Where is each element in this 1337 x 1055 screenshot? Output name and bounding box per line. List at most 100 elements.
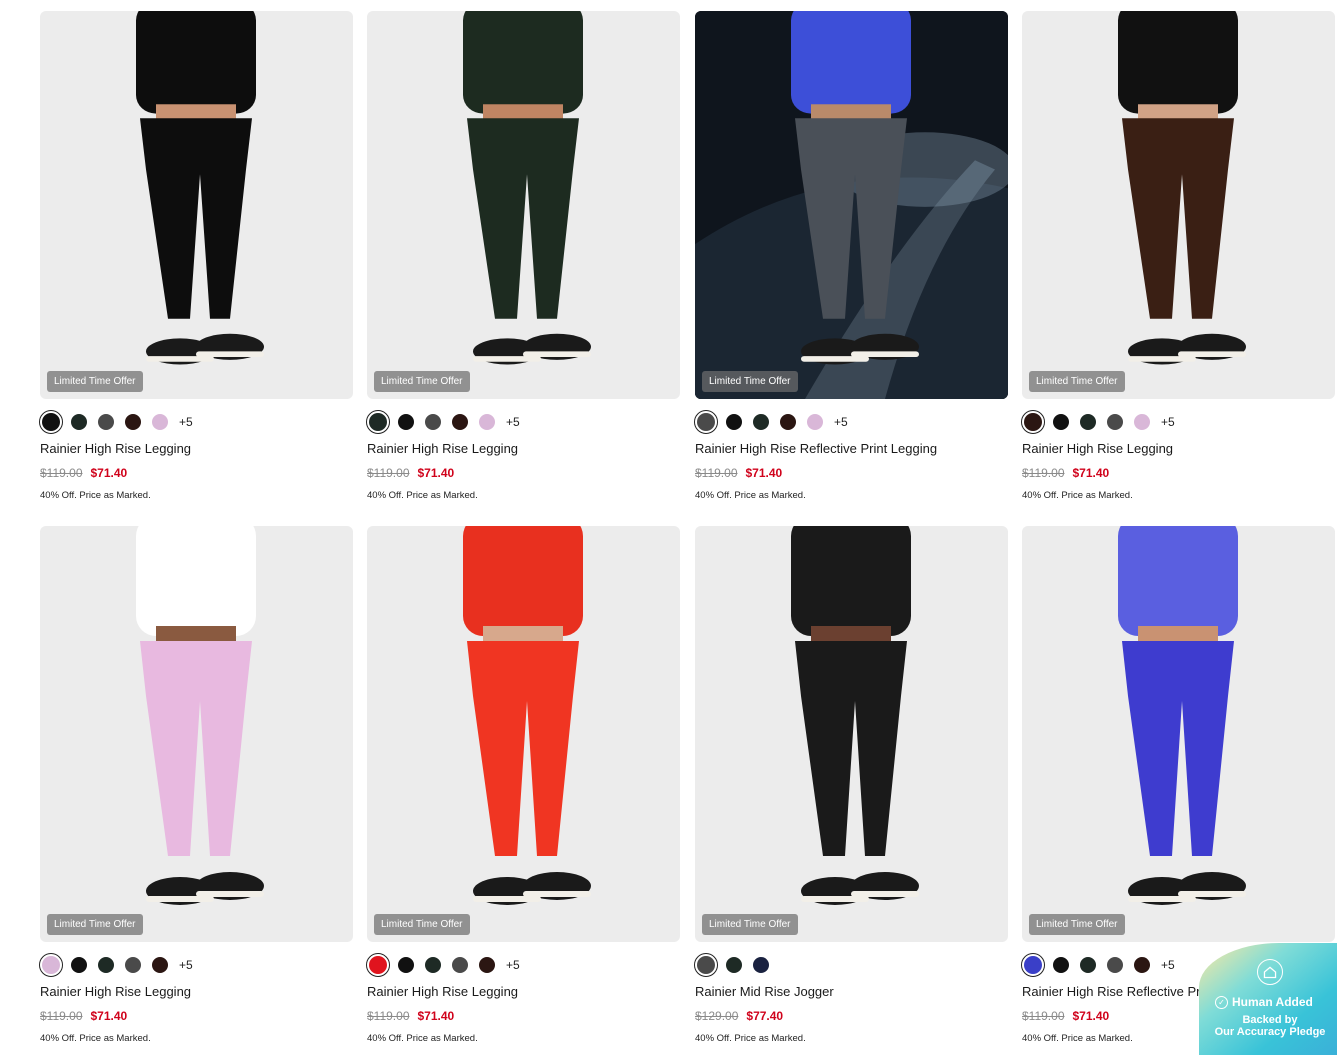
color-swatch[interactable] [98,957,114,973]
price-group: $119.00 $71.40 [695,466,1008,480]
product-name[interactable]: Rainier High Rise Legging [40,984,353,999]
more-colors-link[interactable]: +5 [506,415,520,429]
color-swatch[interactable] [98,414,114,430]
price-group: $119.00 $71.40 [40,1009,353,1023]
product-name[interactable]: Rainier High Rise Reflective Print Leggi… [695,441,1008,456]
original-price: $119.00 [40,1009,83,1023]
color-swatch[interactable] [780,414,796,430]
color-swatch[interactable] [753,414,769,430]
color-swatch[interactable] [1107,957,1123,973]
color-swatch[interactable] [1080,414,1096,430]
color-swatch[interactable] [152,414,168,430]
product-card[interactable]: Limited Time Offer +5 Rainier High Rise Re… [694,0,1008,501]
price-group: $119.00 $71.40 [367,466,680,480]
product-name[interactable]: Rainier High Rise Legging [1022,441,1335,456]
original-price: $119.00 [367,1009,410,1023]
product-card[interactable]: Limited Time Offer +5 Rainier High Rise Le… [1021,0,1335,501]
product-image[interactable]: Limited Time Offer [1022,11,1335,399]
color-swatches: +5 [39,953,353,977]
model-illustration [136,526,264,905]
color-swatch[interactable] [366,410,390,434]
product-image[interactable]: Limited Time Offer [367,526,680,942]
model-illustration [463,11,591,365]
color-swatch[interactable] [1021,953,1045,977]
product-name[interactable]: Rainier High Rise Legging [367,984,680,999]
color-swatch[interactable] [1134,414,1150,430]
color-swatch[interactable] [452,414,468,430]
product-name[interactable]: Rainier Mid Rise Jogger [695,984,1008,999]
model-illustration [136,11,264,365]
product-card[interactable]: Limited Time Offer +5 Rainier High Rise Le… [366,526,680,1044]
color-swatch[interactable] [1134,957,1150,973]
sale-price: $71.40 [417,466,455,480]
limited-time-offer-badge: Limited Time Offer [47,914,143,935]
color-swatch[interactable] [425,957,441,973]
more-colors-link[interactable]: +5 [1161,958,1175,972]
color-swatch[interactable] [479,414,495,430]
product-card[interactable]: Limited Time Offer Rainier Mid Rise Jogge… [694,526,1008,1044]
home-icon [1257,959,1283,985]
more-colors-link[interactable]: +5 [179,415,193,429]
product-card[interactable]: Limited Time Offer +5 Rainier High Rise Le… [39,526,353,1044]
product-card[interactable]: Limited Time Offer +5 Rainier High Rise Le… [39,0,353,501]
color-swatch[interactable] [1053,957,1069,973]
original-price: $119.00 [40,466,83,480]
limited-time-offer-badge: Limited Time Offer [374,914,470,935]
color-swatch[interactable] [726,414,742,430]
color-swatch[interactable] [1053,414,1069,430]
limited-time-offer-badge: Limited Time Offer [374,371,470,392]
color-swatch[interactable] [366,953,390,977]
color-swatch[interactable] [479,957,495,973]
color-swatch[interactable] [726,957,742,973]
sale-price: $71.40 [90,466,128,480]
color-swatch[interactable] [398,957,414,973]
sale-price: $71.40 [745,466,783,480]
color-swatch[interactable] [1080,957,1096,973]
color-swatch[interactable] [425,414,441,430]
color-swatch[interactable] [807,414,823,430]
product-image[interactable]: Limited Time Offer [695,526,1008,942]
original-price: $129.00 [695,1009,739,1023]
sale-price: $71.40 [1072,466,1110,480]
promo-text: 40% Off. Price as Marked. [40,1033,151,1044]
color-swatches: +5 [366,953,680,977]
product-image[interactable]: Limited Time Offer [1022,526,1335,942]
sale-price: $71.40 [417,1009,455,1023]
color-swatches: +5 [366,410,680,434]
product-name[interactable]: Rainier High Rise Legging [367,441,680,456]
color-swatch[interactable] [753,957,769,973]
color-swatch[interactable] [398,414,414,430]
more-colors-link[interactable]: +5 [506,958,520,972]
color-swatch[interactable] [452,957,468,973]
color-swatch[interactable] [125,414,141,430]
sale-price: $77.40 [746,1009,784,1023]
color-swatch[interactable] [39,953,63,977]
color-swatch[interactable] [152,957,168,973]
price-group: $119.00 $71.40 [367,1009,680,1023]
color-swatch[interactable] [71,957,87,973]
product-image[interactable]: Limited Time Offer [40,526,353,942]
more-colors-link[interactable]: +5 [834,415,848,429]
product-name[interactable]: Rainier High Rise Legging [40,441,353,456]
sale-price: $71.40 [1072,1009,1110,1023]
original-price: $119.00 [695,466,738,480]
color-swatch[interactable] [71,414,87,430]
original-price: $119.00 [367,466,410,480]
accuracy-pledge-widget[interactable]: ✓ Human Added Backed by Our Accuracy Ple… [1199,943,1337,1055]
color-swatch[interactable] [39,410,63,434]
product-image[interactable]: Limited Time Offer [40,11,353,399]
product-image[interactable]: Limited Time Offer [367,11,680,399]
product-card[interactable]: Limited Time Offer +5 Rainier High Rise Le… [366,0,680,501]
product-image[interactable]: Limited Time Offer [695,11,1008,399]
check-icon: ✓ [1215,995,1228,1009]
limited-time-offer-badge: Limited Time Offer [702,914,798,935]
color-swatch[interactable] [1021,410,1045,434]
more-colors-link[interactable]: +5 [1161,415,1175,429]
color-swatch[interactable] [125,957,141,973]
color-swatch[interactable] [1107,414,1123,430]
color-swatches: +5 [694,410,1008,434]
color-swatch[interactable] [694,953,718,977]
color-swatch[interactable] [694,410,718,434]
price-group: $119.00 $71.40 [1022,466,1335,480]
more-colors-link[interactable]: +5 [179,958,193,972]
